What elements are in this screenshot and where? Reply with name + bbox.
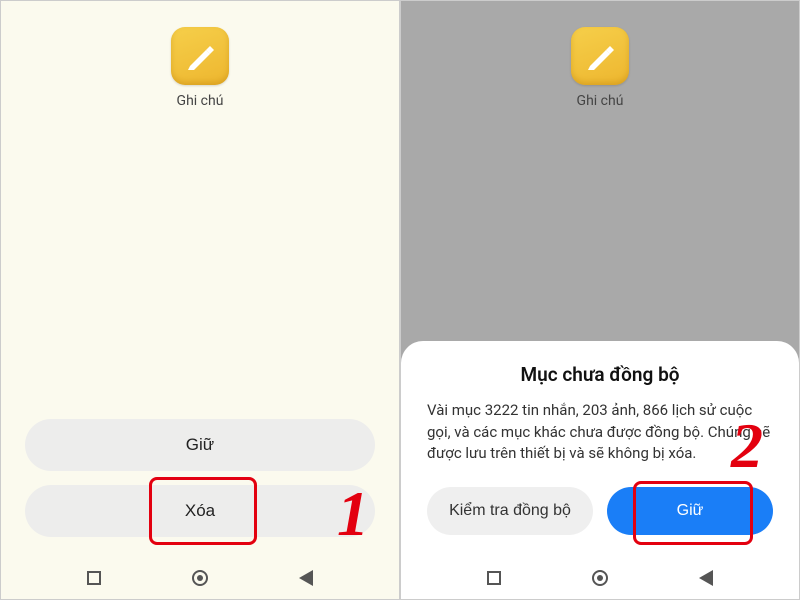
nav-recents-icon[interactable]	[487, 571, 501, 585]
app-label: Ghi chú	[577, 93, 624, 109]
nav-back-icon[interactable]	[699, 570, 713, 586]
nav-home-icon[interactable]	[192, 570, 208, 586]
notes-icon[interactable]	[171, 27, 229, 85]
android-navbar	[1, 557, 399, 599]
unsynced-sheet: Mục chưa đồng bộ Vài mục 3222 tin nhắn, …	[401, 341, 799, 561]
sheet-title: Mục chưa đồng bộ	[427, 363, 773, 386]
notes-icon[interactable]	[571, 27, 629, 85]
keep-button-primary[interactable]: Giữ	[607, 487, 773, 535]
app-block: Ghi chú	[1, 27, 399, 109]
android-navbar	[401, 557, 799, 599]
nav-home-icon[interactable]	[592, 570, 608, 586]
sheet-actions: Kiểm tra đồng bộ Giữ	[427, 487, 773, 535]
sheet-body: Vài mục 3222 tin nhắn, 203 ảnh, 866 lịch…	[427, 400, 773, 465]
app-label: Ghi chú	[177, 93, 224, 109]
delete-button[interactable]: Xóa	[25, 485, 375, 537]
check-sync-button[interactable]: Kiểm tra đồng bộ	[427, 487, 593, 535]
screenshot-step-1: Ghi chú Giữ Xóa 1	[0, 0, 400, 600]
nav-back-icon[interactable]	[299, 570, 313, 586]
keep-button[interactable]: Giữ	[25, 419, 375, 471]
screenshot-step-2: Ghi chú Mục chưa đồng bộ Vài mục 3222 ti…	[400, 0, 800, 600]
nav-recents-icon[interactable]	[87, 571, 101, 585]
app-block: Ghi chú	[401, 27, 799, 109]
pencil-icon	[184, 40, 216, 72]
pencil-icon	[584, 40, 616, 72]
